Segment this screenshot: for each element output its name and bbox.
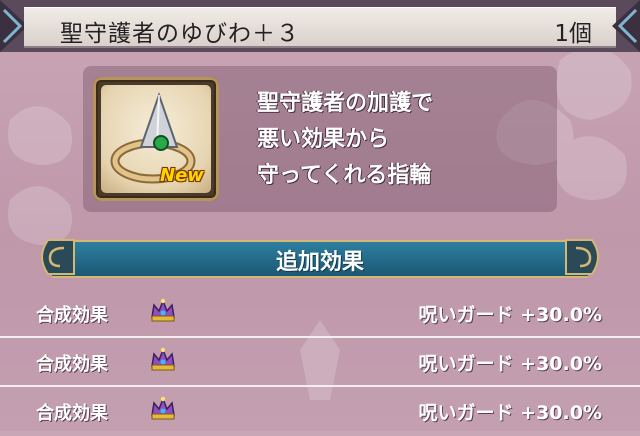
section-banner: 追加効果 <box>34 236 606 278</box>
new-badge: New <box>160 165 204 186</box>
scroll-ornament-icon <box>565 239 599 275</box>
crown-icon <box>151 396 175 420</box>
section-title: 追加効果 <box>275 250 364 275</box>
effect-label: 合成効果 <box>36 354 108 375</box>
crown-icon <box>151 347 175 371</box>
effect-label: 合成効果 <box>36 403 108 424</box>
crown-icon <box>151 298 175 322</box>
effect-value: 呪いガード +30.0% <box>418 353 602 375</box>
effect-value: 呪いガード +30.0% <box>418 304 602 326</box>
item-count: 1個 <box>554 21 592 47</box>
effect-value: 呪いガード +30.0% <box>418 402 602 424</box>
item-name: 聖守護者のゆびわ＋３ <box>60 21 300 47</box>
effect-row: 合成効果 呪いガード +30.0% <box>0 288 640 338</box>
corner-ornament-icon <box>612 0 640 52</box>
item-description: 聖守護者の加護で 悪い効果から 守ってくれる指輪 <box>257 91 434 188</box>
effect-label: 合成効果 <box>36 305 108 326</box>
effect-row: 合成効果 呪いガード +30.0% <box>0 337 640 387</box>
item-header: 聖守護者のゆびわ＋３ 1個 <box>0 0 640 52</box>
effect-row: 合成効果 呪いガード +30.0% <box>0 386 640 436</box>
